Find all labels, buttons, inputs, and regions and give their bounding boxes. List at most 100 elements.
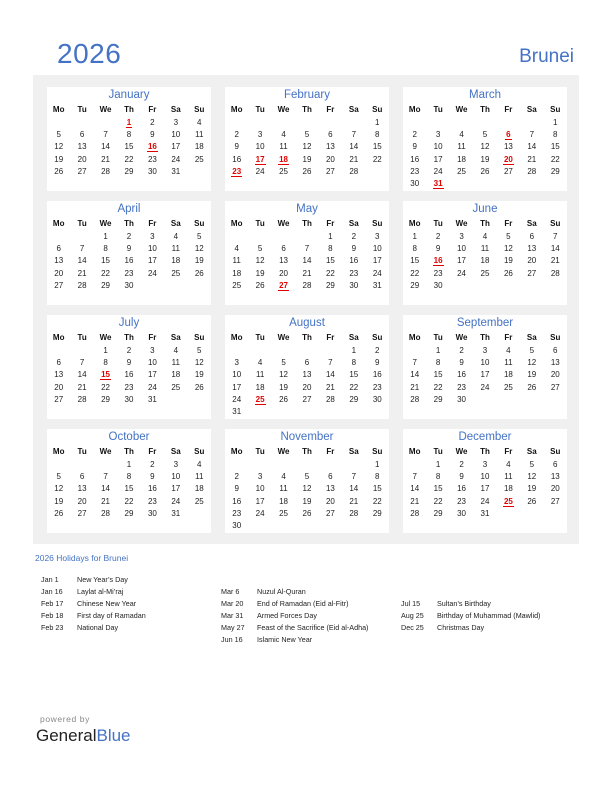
day-cell: 17 — [232, 382, 242, 392]
weekday-header: Su — [550, 333, 561, 342]
weekday-header: Mo — [52, 105, 65, 114]
day-cell: 15 — [433, 370, 443, 380]
holiday-item: Feb 17 Chinese New Year — [41, 598, 146, 610]
day-cell: 11 — [279, 484, 288, 494]
day-cell: 26 — [302, 166, 312, 176]
day-cell: 9 — [150, 129, 155, 139]
day-cell: 5 — [197, 231, 202, 241]
empty-cell — [225, 344, 248, 356]
weekday-header: Fr — [504, 105, 513, 114]
weekday-header: Th — [480, 105, 490, 114]
day-cell: 13 — [550, 471, 560, 481]
holiday-day-cell: 18 — [278, 154, 289, 165]
holiday-name: Laylat al-Mi’raj — [77, 587, 124, 596]
day-cell: 29 — [433, 394, 443, 404]
day-cell: 7 — [103, 129, 108, 139]
day-cell: 11 — [457, 142, 466, 152]
weekday-header: Mo — [230, 333, 243, 342]
empty-cell — [544, 507, 567, 519]
day-cell: 13 — [54, 370, 64, 380]
day-cell: 12 — [527, 357, 537, 367]
weekday-header: Mo — [408, 105, 421, 114]
empty-cell — [342, 405, 365, 417]
day-cell: 14 — [410, 484, 420, 494]
weekday-header: We — [277, 447, 290, 456]
day-cell: 15 — [372, 484, 382, 494]
empty-cell — [47, 230, 70, 242]
empty-cell — [295, 405, 318, 417]
weekday-header: Fr — [504, 219, 513, 228]
holiday-day-cell: 23 — [231, 166, 243, 177]
empty-cell — [473, 393, 496, 405]
empty-cell — [319, 344, 342, 356]
empty-cell — [47, 458, 70, 470]
empty-cell — [94, 458, 117, 470]
empty-cell — [520, 279, 543, 291]
day-cell: 3 — [150, 231, 155, 241]
day-cell: 21 — [101, 154, 110, 164]
day-cell: 2 — [234, 471, 239, 481]
day-cell: 8 — [126, 471, 132, 481]
day-cell: 29 — [550, 166, 560, 176]
month-table: Mo Tu We Th Fr Sa Su 1 2 3 4 5 6 7 8 9 10 11 12 13 14 15 16 17 1… — [403, 217, 567, 291]
day-cell: 15 — [550, 142, 560, 152]
day-cell: 29 — [124, 166, 134, 176]
day-cell: 1 — [126, 459, 132, 469]
day-cell: 16 — [232, 496, 242, 506]
day-cell: 25 — [279, 508, 288, 518]
day-cell: 5 — [281, 357, 286, 367]
month-name: July — [118, 317, 140, 329]
day-cell: 28 — [527, 166, 537, 176]
generalblue-logo[interactable]: GeneralBlue — [36, 726, 131, 746]
day-cell: 12 — [302, 142, 312, 152]
empty-cell — [426, 116, 449, 128]
day-cell: 23 — [232, 508, 242, 518]
weekday-header: Th — [480, 219, 490, 228]
day-cell: 1 — [435, 459, 441, 469]
empty-cell — [272, 344, 295, 356]
weekday-header: Mo — [230, 219, 243, 228]
month-may: May Mo Tu We Th Fr Sa Su 1 2 3 4 5 6 7 8 9 10 11 12 13 14 15 16… — [225, 201, 389, 305]
day-cell: 8 — [435, 471, 441, 481]
day-cell: 7 — [412, 357, 417, 367]
day-cell: 7 — [103, 471, 108, 481]
day-cell: 4 — [459, 129, 464, 139]
empty-cell — [319, 116, 342, 128]
month-name: August — [289, 317, 325, 329]
empty-cell — [520, 116, 543, 128]
empty-cell — [366, 405, 389, 417]
day-cell: 22 — [124, 496, 134, 506]
day-cell: 7 — [79, 357, 85, 367]
holiday-day-cell: 25 — [502, 496, 514, 507]
day-cell: 30 — [349, 280, 359, 290]
day-cell: 24 — [457, 268, 466, 278]
holiday-item: Jan 1 New Year’s Day — [41, 574, 146, 586]
day-cell: 22 — [349, 382, 359, 392]
day-cell: 6 — [56, 357, 61, 367]
holiday-name: First day of Ramadan — [77, 611, 146, 620]
day-cell: 22 — [101, 382, 110, 392]
day-cell: 19 — [54, 496, 64, 506]
empty-cell — [70, 116, 93, 128]
empty-cell — [319, 405, 342, 417]
holiday-column: Jul 15 Sultan’s Birthday Aug 25 Birthday of… — [401, 598, 540, 634]
day-cell: 6 — [79, 471, 85, 481]
day-cell: 11 — [480, 243, 490, 253]
day-cell: 20 — [54, 268, 64, 278]
holiday-date: Mar 31 — [221, 611, 244, 620]
weekday-header: Su — [372, 105, 383, 114]
empty-cell — [520, 393, 543, 405]
day-cell: 4 — [173, 345, 179, 355]
day-cell: 15 — [372, 142, 382, 152]
day-cell: 19 — [54, 154, 64, 164]
day-cell: 11 — [255, 370, 265, 380]
empty-cell — [342, 116, 365, 128]
holiday-day-cell: 6 — [505, 129, 512, 140]
day-cell: 22 — [433, 382, 443, 392]
day-cell: 20 — [325, 154, 335, 164]
day-cell: 18 — [503, 484, 513, 494]
weekday-header: Mo — [408, 219, 421, 228]
day-cell: 22 — [550, 154, 560, 164]
day-cell: 4 — [281, 471, 286, 481]
day-cell: 24 — [147, 382, 157, 392]
